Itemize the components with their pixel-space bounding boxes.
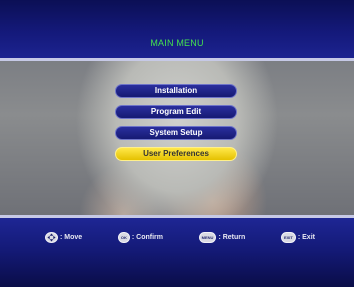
- hint-exit: EXIT : Exit: [280, 232, 315, 243]
- header-band: MAIN MENU: [0, 0, 354, 61]
- menu-item-installation[interactable]: Installation: [115, 84, 237, 98]
- hint-move-label: : Move: [60, 234, 83, 241]
- hint-exit-label: : Exit: [297, 234, 315, 241]
- hint-return: MENU : Return: [198, 232, 246, 243]
- footer-band: [0, 215, 354, 287]
- hint-confirm-label: : Confirm: [131, 234, 163, 241]
- menu-key-icon: MENU: [198, 232, 217, 243]
- menu-item-program-edit[interactable]: Program Edit: [115, 105, 237, 119]
- key-hints: : Move OK : Confirm MENU : Return EXIT :…: [45, 232, 315, 243]
- hint-confirm: OK : Confirm: [117, 232, 163, 243]
- hint-return-label: : Return: [218, 234, 246, 241]
- menu-item-user-preferences[interactable]: User Preferences: [115, 147, 237, 161]
- ok-key-icon: OK: [117, 232, 130, 243]
- hint-move: : Move: [45, 232, 82, 243]
- menu-title: MAIN MENU: [150, 38, 204, 48]
- main-menu: Installation Program Edit System Setup U…: [115, 84, 237, 168]
- tv-screen: MAIN MENU Installation Program Edit Syst…: [0, 0, 354, 287]
- menu-item-system-setup[interactable]: System Setup: [115, 126, 237, 140]
- dpad-icon: [45, 232, 58, 243]
- exit-key-icon: EXIT: [280, 232, 296, 243]
